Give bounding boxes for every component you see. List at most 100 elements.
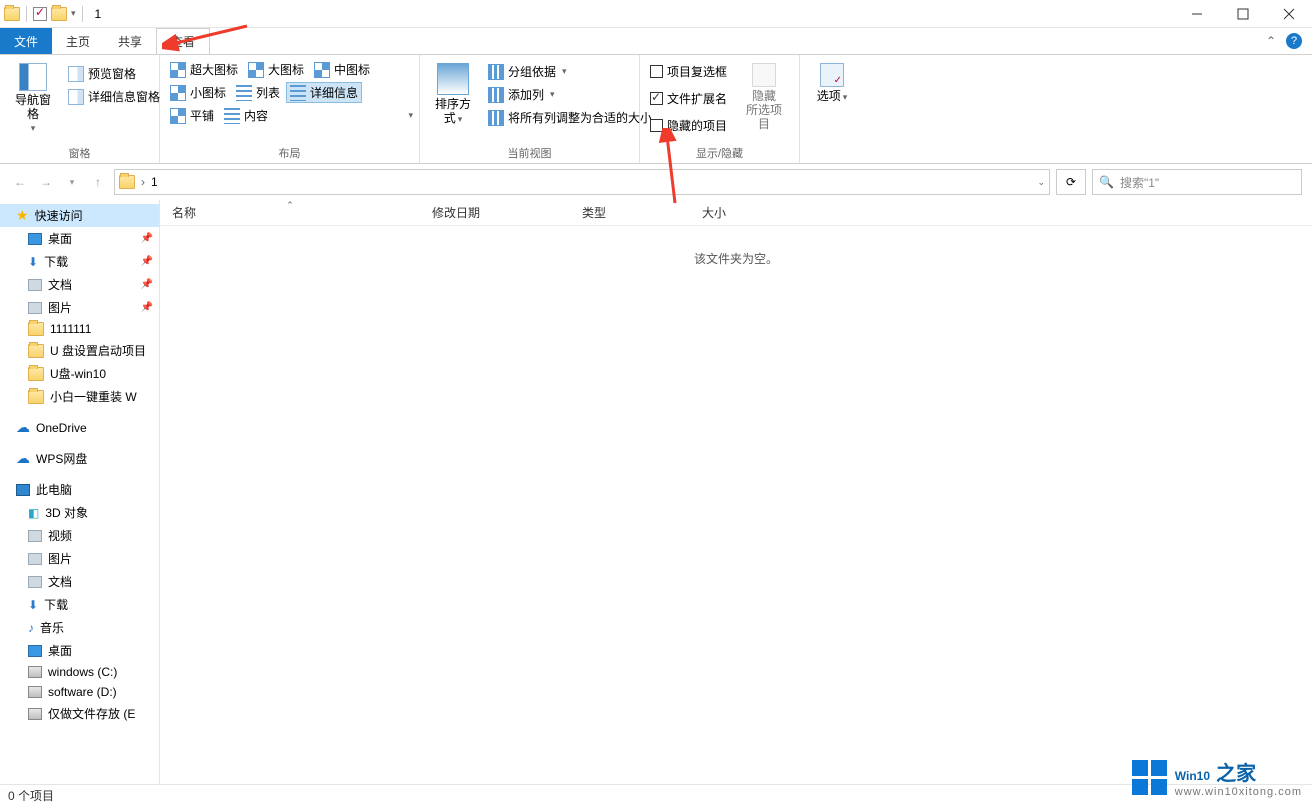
quick-access-toolbar: ▾ [0, 6, 89, 22]
minimize-button[interactable] [1174, 0, 1220, 28]
sidebar-videos[interactable]: 视频 [0, 524, 159, 547]
sidebar-downloads-2[interactable]: ⬇下载 [0, 593, 159, 616]
ribbon-collapse-icon[interactable]: ⌃ [1266, 34, 1276, 48]
preview-pane-button[interactable]: 预览窗格 [64, 63, 164, 84]
back-button[interactable]: ← [10, 172, 30, 192]
tab-home[interactable]: 主页 [52, 28, 104, 54]
nav-pane-button[interactable]: 导航窗格 ▾ [6, 59, 60, 138]
sidebar-this-pc[interactable]: 此电脑 [0, 478, 159, 501]
column-headers: 名称⌃ 修改日期 类型 大小 [160, 200, 1312, 226]
sidebar-downloads[interactable]: ⬇下载📌 [0, 250, 159, 273]
sidebar-pictures[interactable]: 图片📌 [0, 296, 159, 319]
address-folder-icon [119, 175, 135, 189]
sidebar-wps[interactable]: ☁WPS网盘 [0, 447, 159, 470]
document-icon [28, 279, 42, 291]
sidebar-folder-4[interactable]: 小白一键重装 W [0, 385, 159, 408]
folder-icon [28, 367, 44, 381]
column-size[interactable]: 大小 [690, 204, 790, 221]
watermark: Win10 之家 www.win10xitong.com [1132, 757, 1302, 798]
sidebar-desktop[interactable]: 桌面📌 [0, 227, 159, 250]
hide-selected-button[interactable]: 隐藏所选项目 [735, 59, 793, 135]
add-columns-button[interactable]: 添加列 [484, 84, 656, 105]
sidebar-3d-objects[interactable]: ◧3D 对象 [0, 501, 159, 524]
layout-tiles[interactable]: 平铺 [166, 105, 218, 126]
chevron-right-icon[interactable]: › [141, 175, 145, 189]
up-button[interactable]: ↑ [88, 172, 108, 192]
pin-icon: 📌 [141, 256, 153, 267]
search-icon: 🔍 [1099, 175, 1114, 189]
sidebar-onedrive[interactable]: ☁OneDrive [0, 416, 159, 439]
column-date[interactable]: 修改日期 [420, 204, 570, 221]
qat-properties-icon[interactable] [33, 7, 47, 21]
drive-icon [28, 686, 42, 698]
video-icon [28, 530, 42, 542]
document-icon [28, 576, 42, 588]
close-button[interactable] [1266, 0, 1312, 28]
sidebar-folder-2[interactable]: U 盘设置启动项目 [0, 339, 159, 362]
layout-content[interactable]: 内容 [220, 105, 272, 126]
sidebar-drive-e[interactable]: 仅做文件存放 (E [0, 702, 159, 725]
sidebar-drive-c[interactable]: windows (C:) [0, 662, 159, 682]
sidebar-folder-3[interactable]: U盘-win10 [0, 362, 159, 385]
tab-file[interactable]: 文件 [0, 28, 52, 54]
sidebar-pictures-2[interactable]: 图片 [0, 547, 159, 570]
tab-share[interactable]: 共享 [104, 28, 156, 54]
desktop-icon [28, 233, 42, 245]
group-label-show-hide: 显示/隐藏 [640, 145, 799, 163]
forward-button[interactable]: → [36, 172, 56, 192]
history-dropdown[interactable]: ▾ [62, 172, 82, 192]
column-type[interactable]: 类型 [570, 204, 690, 221]
help-icon[interactable]: ? [1286, 33, 1302, 49]
checkbox-hidden-items[interactable]: 隐藏的项目 [646, 115, 731, 136]
pictures-icon [28, 302, 42, 314]
options-button[interactable]: ✓ 选项 [805, 59, 859, 108]
ribbon-tabs: 文件 主页 共享 查看 ⌃ ? [0, 28, 1312, 54]
layout-list[interactable]: 列表 [232, 82, 284, 103]
search-input[interactable]: 🔍 搜索"1" [1092, 169, 1302, 195]
watermark-logo-icon [1132, 760, 1167, 795]
group-by-button[interactable]: 分组依据 [484, 61, 656, 82]
folder-icon [28, 344, 44, 358]
status-item-count: 0 个项目 [8, 787, 54, 804]
layout-details[interactable]: 详细信息 [286, 82, 362, 103]
window-title: 1 [89, 7, 102, 21]
checkbox-item-checkboxes[interactable]: 项目复选框 [646, 61, 731, 82]
ribbon: 导航窗格 ▾ 预览窗格 详细信息窗格 窗格 超大图标 大图标 中图标 小图标 列… [0, 54, 1312, 164]
qat-folder-icon[interactable] [51, 7, 67, 21]
pin-icon: 📌 [141, 302, 153, 313]
layout-large[interactable]: 大图标 [244, 59, 308, 80]
tab-view[interactable]: 查看 [156, 28, 210, 54]
sidebar-desktop-2[interactable]: 桌面 [0, 639, 159, 662]
pin-icon: 📌 [141, 279, 153, 290]
layout-small[interactable]: 小图标 [166, 82, 230, 103]
sidebar-documents[interactable]: 文档📌 [0, 273, 159, 296]
cube-icon: ◧ [28, 506, 39, 520]
folder-icon [28, 390, 44, 404]
sidebar-drive-d[interactable]: software (D:) [0, 682, 159, 702]
details-pane-button[interactable]: 详细信息窗格 [64, 86, 164, 107]
folder-icon [28, 322, 44, 336]
refresh-button[interactable]: ⟳ [1056, 169, 1086, 195]
title-bar: ▾ 1 [0, 0, 1312, 28]
sidebar-music[interactable]: ♪音乐 [0, 616, 159, 639]
file-list: 名称⌃ 修改日期 类型 大小 该文件夹为空。 [160, 200, 1312, 784]
maximize-button[interactable] [1220, 0, 1266, 28]
download-icon: ⬇ [28, 598, 38, 612]
sort-button[interactable]: 排序方式 [426, 59, 480, 130]
address-segment[interactable]: 1 [151, 175, 158, 189]
layout-medium[interactable]: 中图标 [310, 59, 374, 80]
sidebar-documents-2[interactable]: 文档 [0, 570, 159, 593]
navigation-row: ← → ▾ ↑ › 1 ⌄ ⟳ 🔍 搜索"1" [0, 164, 1312, 200]
address-dropdown-icon[interactable]: ⌄ [1037, 177, 1045, 188]
pin-icon: 📌 [141, 233, 153, 244]
group-label-layout: 布局 [160, 145, 419, 163]
column-name[interactable]: 名称⌃ [160, 204, 420, 221]
pictures-icon [28, 553, 42, 565]
address-bar[interactable]: › 1 ⌄ [114, 169, 1050, 195]
layout-extra-large[interactable]: 超大图标 [166, 59, 242, 80]
app-folder-icon [4, 7, 20, 21]
sidebar-quick-access[interactable]: ★快速访问 [0, 204, 159, 227]
sidebar-folder-1[interactable]: 1111111 [0, 319, 159, 339]
fit-columns-button[interactable]: 将所有列调整为合适的大小 [484, 107, 656, 128]
checkbox-file-extensions[interactable]: 文件扩展名 [646, 88, 731, 109]
